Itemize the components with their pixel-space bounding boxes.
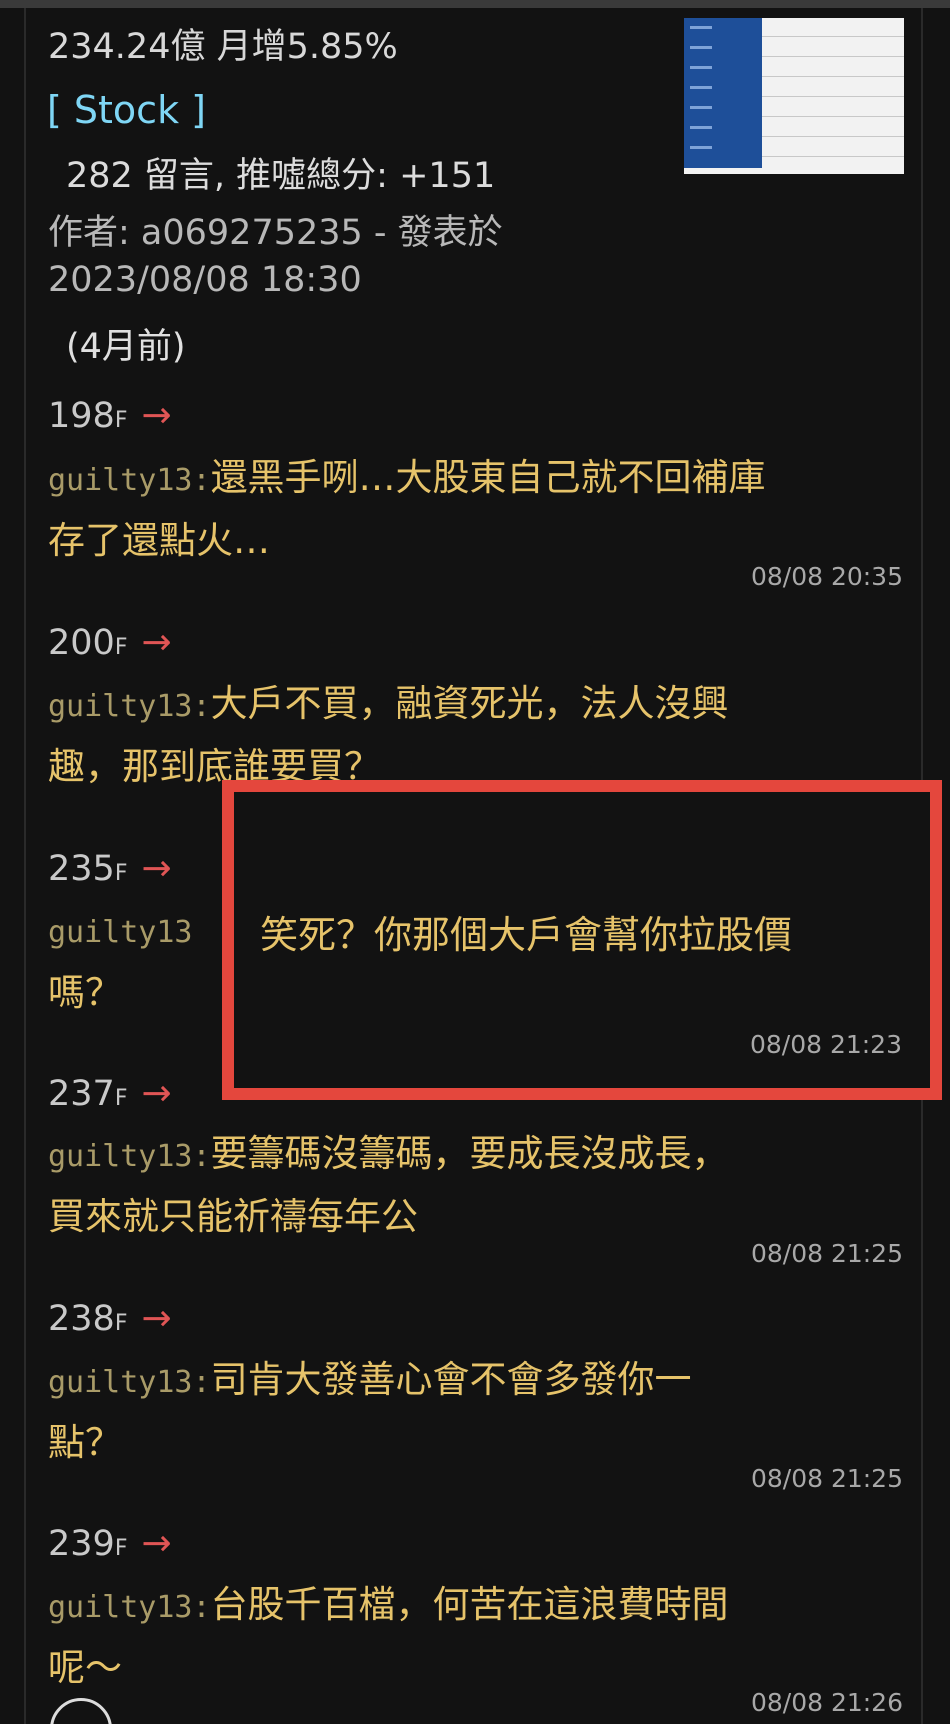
comment-text: 還黑手咧…大股東自己就不回補庫 bbox=[210, 456, 766, 499]
comment-timestamp: 08/08 20:35 bbox=[750, 562, 903, 591]
comment-text: 台股千百檔，何苦在這浪費時間 bbox=[210, 1583, 729, 1626]
floor-suffix: F bbox=[114, 1086, 128, 1111]
floor-suffix: F bbox=[114, 1536, 128, 1561]
comment-text-continued: 買來就只能祈禱每年公 bbox=[48, 1195, 418, 1238]
right-arrow-icon: → bbox=[141, 1298, 172, 1339]
floor-number: 200 bbox=[48, 623, 115, 663]
comment-username[interactable]: guilty13: bbox=[48, 689, 211, 724]
floor-label: 239F → bbox=[48, 1523, 172, 1564]
highlight-timestamp: 08/08 21:23 bbox=[749, 1030, 902, 1059]
board-tag[interactable]: [ Stock ] bbox=[47, 88, 206, 132]
post-age: (4月前) bbox=[66, 327, 186, 367]
thumbnail-row bbox=[762, 56, 904, 57]
right-arrow-icon: → bbox=[141, 1073, 172, 1114]
comment-username[interactable]: guilty13: bbox=[48, 1139, 211, 1174]
thumbnail-row bbox=[762, 36, 904, 37]
author-line: 作者: a069275235 - 發表於 bbox=[48, 213, 503, 253]
floor-label: 238F → bbox=[48, 1298, 172, 1339]
comment-body: guilty13:大戶不買，融資死光，法人沒興 趣，那到底誰要買？ bbox=[48, 674, 908, 797]
comment-timestamp: 08/08 21:25 bbox=[750, 1464, 903, 1493]
floor-label: 235F → bbox=[48, 848, 172, 889]
thumbnail-cell bbox=[690, 106, 712, 109]
floor-label: 198F → bbox=[48, 395, 172, 436]
highlight-comment-text: 笑死？你那個大戶會幫你拉股價 bbox=[260, 913, 793, 957]
comment-body: guilty13:台股千百檔，何苦在這浪費時間 呢～ bbox=[48, 1575, 908, 1698]
post-date: 2023/08/08 18:30 bbox=[48, 260, 362, 300]
thumbnail-row bbox=[762, 136, 904, 137]
thumbnail-row bbox=[762, 76, 904, 77]
thumbnail-row bbox=[762, 156, 904, 157]
right-arrow-icon: → bbox=[141, 848, 172, 889]
thumbnail-row bbox=[762, 96, 904, 97]
comment-username[interactable]: guilty13 bbox=[48, 915, 193, 950]
floor-label: 237F → bbox=[48, 1073, 172, 1114]
comment-body: guilty13:要籌碼沒籌碼，要成長沒成長， 買來就只能祈禱每年公 bbox=[48, 1124, 908, 1247]
floor-suffix: F bbox=[114, 408, 128, 433]
thumbnail-cell bbox=[690, 46, 712, 49]
right-arrow-icon: → bbox=[141, 622, 172, 663]
floor-suffix: F bbox=[114, 1311, 128, 1336]
comment-username[interactable]: guilty13: bbox=[48, 463, 211, 498]
thumbnail-cell bbox=[690, 126, 712, 129]
comment-username[interactable]: guilty13: bbox=[48, 1365, 211, 1400]
floor-number: 198 bbox=[48, 396, 115, 436]
comment-count: 282 留言, 推噓總分: +151 bbox=[66, 156, 496, 196]
post-thumbnail[interactable] bbox=[684, 18, 904, 174]
floor-number: 239 bbox=[48, 1524, 115, 1564]
floor-suffix: F bbox=[114, 635, 128, 660]
thumbnail-cell bbox=[690, 66, 712, 69]
highlight-box: 笑死？你那個大戶會幫你拉股價 08/08 21:23 bbox=[222, 780, 942, 1100]
comment-body: guilty13:司肯大發善心會不會多發你一 點？ bbox=[48, 1350, 908, 1473]
circle-button-icon[interactable] bbox=[50, 1698, 112, 1724]
comment-body: guilty13:還黑手咧…大股東自己就不回補庫 存了還點火… bbox=[48, 448, 908, 571]
status-bar bbox=[0, 0, 950, 8]
post-title-fragment: 234.24億 月增5.85% bbox=[48, 27, 398, 67]
floor-label: 200F → bbox=[48, 622, 172, 663]
right-arrow-icon: → bbox=[141, 1523, 172, 1564]
floor-number: 238 bbox=[48, 1299, 115, 1339]
right-arrow-icon: → bbox=[141, 395, 172, 436]
comment-username[interactable]: guilty13: bbox=[48, 1590, 211, 1625]
comment-text: 司肯大發善心會不會多發你一 bbox=[210, 1358, 692, 1401]
comment-timestamp: 08/08 21:26 bbox=[750, 1688, 903, 1717]
comment-text: 大戶不買，融資死光，法人沒興 bbox=[210, 682, 729, 725]
thumbnail-row bbox=[762, 116, 904, 117]
comment-text: 要籌碼沒籌碼，要成長沒成長， bbox=[210, 1132, 729, 1175]
left-border bbox=[24, 8, 26, 1724]
thumbnail-cell bbox=[690, 146, 712, 149]
floor-number: 237 bbox=[48, 1074, 115, 1114]
comment-timestamp: 08/08 21:25 bbox=[750, 1239, 903, 1268]
floor-suffix: F bbox=[114, 861, 128, 886]
thumbnail-cell bbox=[690, 86, 712, 89]
floor-number: 235 bbox=[48, 849, 115, 889]
thumbnail-cell bbox=[690, 26, 712, 29]
